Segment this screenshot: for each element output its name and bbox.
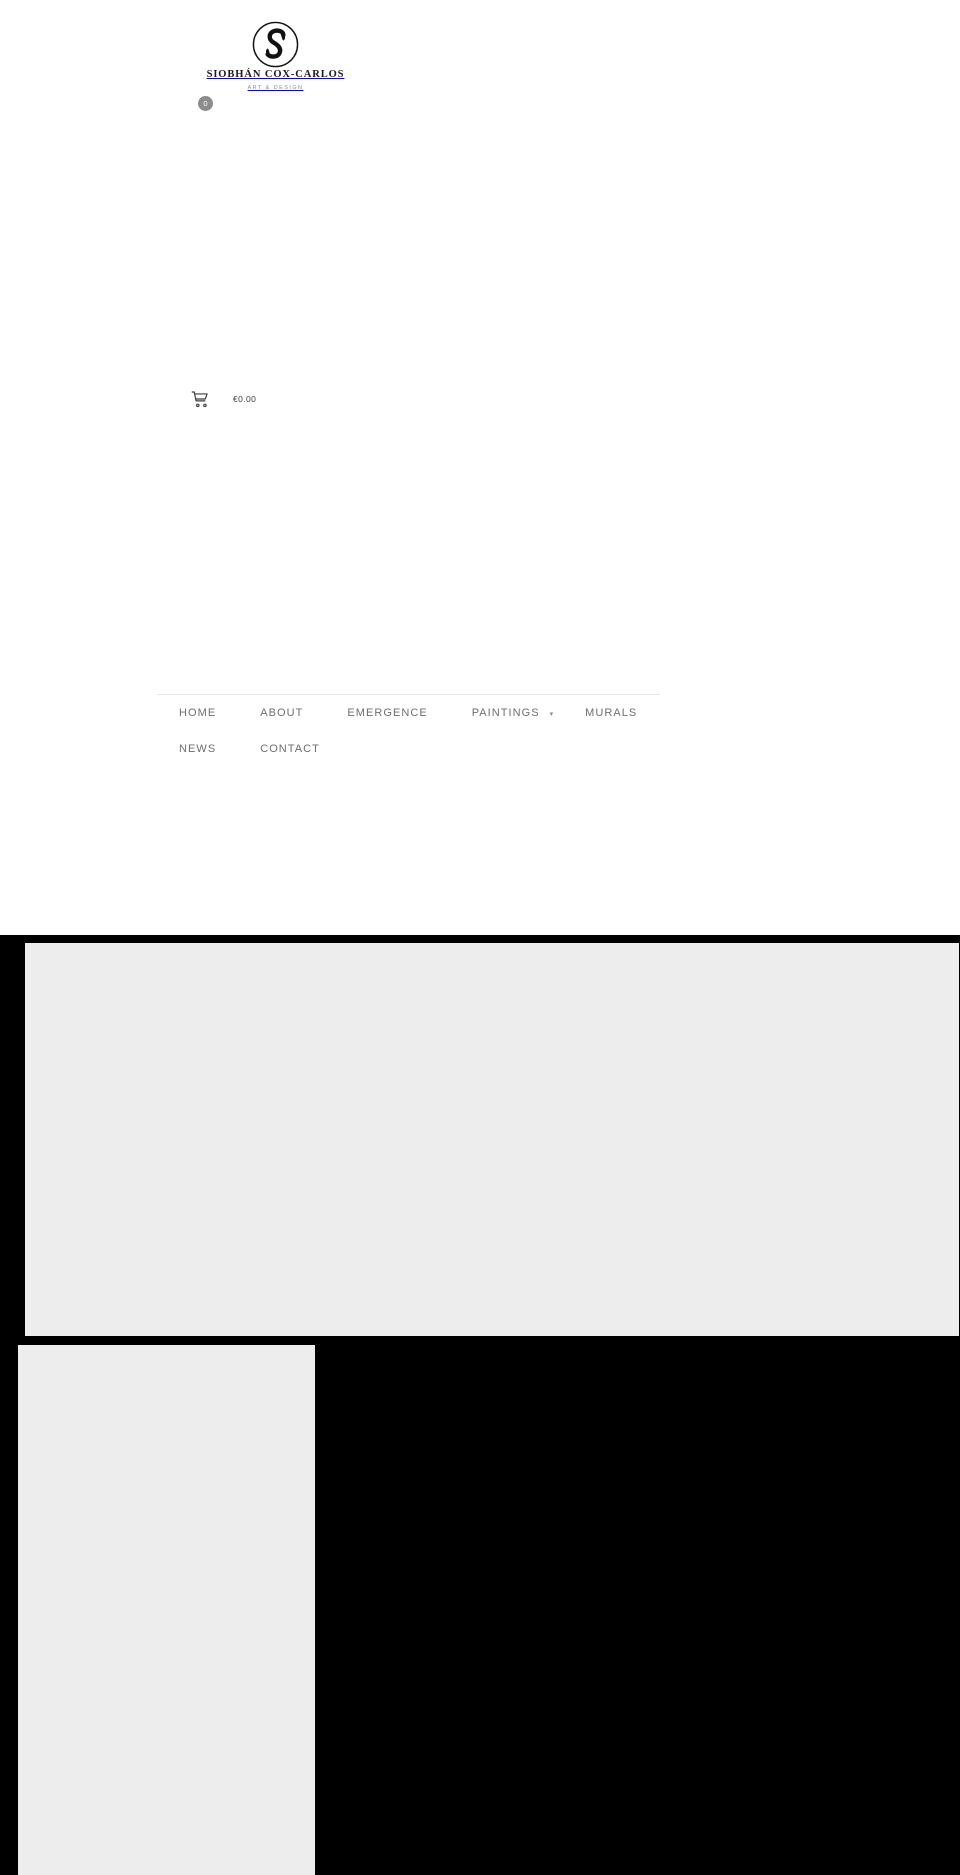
hero-image-placeholder [25,943,959,1336]
nav-link-emergence[interactable]: EMERGENCE [325,707,449,719]
nav-item-news[interactable]: NEWS [157,731,238,767]
nav-link-murals[interactable]: MURALS [563,707,659,719]
nav-link-paintings[interactable]: PAINTINGS [450,707,562,719]
nav-list: HOME ABOUT EMERGENCE PAINTINGS ▾ MURALS [157,695,660,767]
monogram-s-circle-icon [252,21,299,68]
shopping-cart-icon[interactable] [191,390,210,409]
nav-link-contact[interactable]: CONTACT [238,743,342,755]
page-root: SIOBHÁN COX-CARLOS ART & DESIGN 0 €0.00 [0,0,960,1875]
nav-item-paintings[interactable]: PAINTINGS ▾ [450,695,563,731]
secondary-image-placeholder [18,1345,315,1875]
nav-item-contact[interactable]: CONTACT [238,731,342,767]
header-inner: SIOBHÁN COX-CARLOS ART & DESIGN 0 €0.00 [157,0,774,935]
cart-count-badge[interactable]: 0 [198,96,213,111]
site-logo[interactable]: SIOBHÁN COX-CARLOS ART & DESIGN [186,20,365,97]
brand-wordmark: SIOBHÁN COX-CARLOS [206,69,345,80]
site-header: SIOBHÁN COX-CARLOS ART & DESIGN 0 €0.00 [0,0,960,935]
chevron-down-icon[interactable]: ▾ [550,711,554,718]
main-content [0,935,960,1875]
nav-item-home[interactable]: HOME [157,695,238,731]
cart-summary[interactable]: €0.00 [186,386,256,412]
brand-tagline: ART & DESIGN [247,84,304,91]
nav-item-murals[interactable]: MURALS [563,695,659,731]
nav-item-emergence[interactable]: EMERGENCE [325,695,449,731]
primary-navigation: HOME ABOUT EMERGENCE PAINTINGS ▾ MURALS [157,694,660,767]
nav-link-news[interactable]: NEWS [157,743,238,755]
nav-link-home[interactable]: HOME [157,707,238,719]
nav-item-about[interactable]: ABOUT [238,695,325,731]
cart-total-amount: €0.00 [233,394,257,404]
nav-link-about[interactable]: ABOUT [238,707,325,719]
